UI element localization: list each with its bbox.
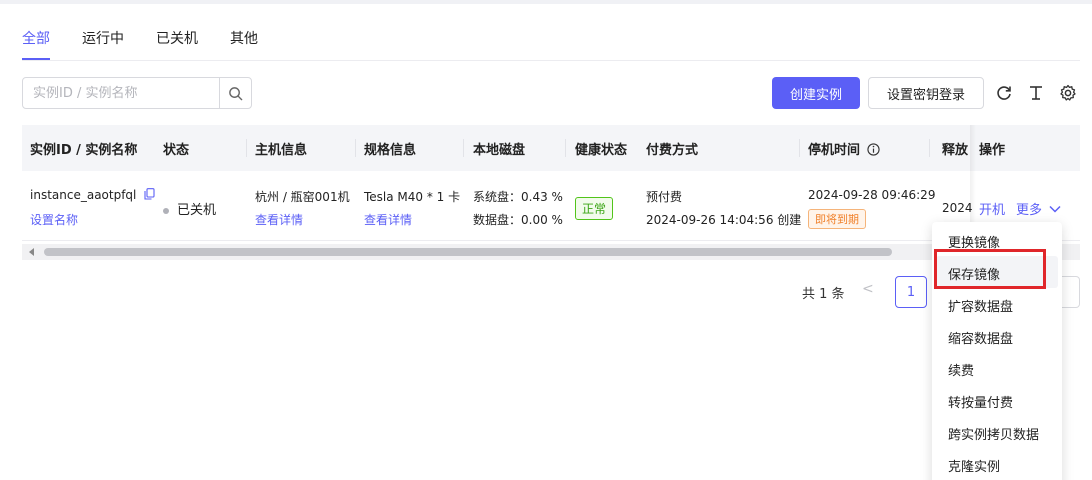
annotation-highlight-box <box>934 249 1046 289</box>
col-health: 健康状态 <box>575 143 628 158</box>
gear-icon <box>1060 84 1076 101</box>
page-button[interactable]: 1 <box>895 276 927 308</box>
instance-id: instance_aaotpfql <box>30 188 137 202</box>
more-label: 更多 <box>1016 203 1043 218</box>
expiring-badge: 即将到期 <box>808 209 866 229</box>
search-input[interactable] <box>23 78 219 108</box>
status-tabs: 全部 运行中 已关机 其他 <box>22 28 290 60</box>
create-instance-button[interactable]: 创建实例 <box>772 77 860 109</box>
column-divider <box>799 139 800 157</box>
copy-icon[interactable] <box>144 188 155 200</box>
search-button[interactable] <box>219 78 251 108</box>
info-icon[interactable] <box>866 143 880 156</box>
health-badge: 正常 <box>575 197 614 220</box>
menu-item-clone-instance[interactable]: 克隆实例 <box>948 456 1000 475</box>
column-divider <box>463 139 464 157</box>
top-border <box>0 0 1092 4</box>
col-disk: 本地磁盘 <box>473 143 526 158</box>
text-height-icon <box>1030 86 1042 100</box>
menu-item-shrink-disk[interactable]: 缩容数据盘 <box>948 328 1013 347</box>
col-release: 释放 <box>942 143 969 158</box>
col-stop-time: 停机时间 <box>808 139 880 158</box>
menu-item-expand-disk[interactable]: 扩容数据盘 <box>948 296 1013 315</box>
disk-system: 系统盘：0.43 % <box>473 190 563 204</box>
billing-created: 2024-09-26 14:04:56 创建 <box>646 213 802 227</box>
search-box <box>22 77 252 109</box>
column-divider <box>355 139 356 157</box>
table-row: instance_aaotpfql 设置名称 已关机 杭州 / 瓶窑001机 查… <box>22 171 1080 241</box>
rename-link[interactable]: 设置名称 <box>30 211 78 228</box>
release-time: 2024 <box>942 201 973 215</box>
ssh-key-login-button[interactable]: 设置密钥登录 <box>868 77 984 109</box>
col-spec: 规格信息 <box>364 143 417 158</box>
col-host: 主机信息 <box>255 143 308 158</box>
refresh-icon <box>997 86 1011 100</box>
start-link[interactable]: 开机 <box>979 199 1005 218</box>
col-instance-id: 实例ID / 实例名称 <box>30 143 138 158</box>
more-dropdown-trigger[interactable]: 更多 <box>1016 199 1061 218</box>
disk-data: 数据盘：0.00 % <box>473 213 563 227</box>
spec-name: Tesla M40 * 1 卡 <box>364 190 461 204</box>
billing-type: 预付费 <box>646 190 683 204</box>
scroll-left-arrow[interactable] <box>29 248 34 256</box>
prev-page-button[interactable]: < <box>862 281 874 297</box>
tab-running[interactable]: 运行中 <box>82 28 124 60</box>
tab-stopped[interactable]: 已关机 <box>156 28 198 60</box>
spec-detail-link[interactable]: 查看详情 <box>364 211 412 228</box>
column-divider <box>246 139 247 157</box>
column-divider <box>929 139 930 157</box>
status-cell: 已关机 <box>163 199 216 218</box>
search-icon <box>229 86 243 100</box>
chevron-down-icon <box>1049 205 1061 213</box>
tab-all[interactable]: 全部 <box>22 28 50 60</box>
table-header: 实例ID / 实例名称 状态 主机信息 规格信息 本地磁盘 健康状态 付费方式 … <box>22 125 1080 171</box>
column-divider <box>565 139 566 157</box>
host-detail-link[interactable]: 查看详情 <box>255 211 303 228</box>
instance-id-cell: instance_aaotpfql <box>30 188 155 202</box>
col-billing: 付费方式 <box>646 143 699 158</box>
pagination-total: 共 1 条 <box>802 287 845 302</box>
menu-item-switch-billing[interactable]: 转按量付费 <box>948 392 1013 411</box>
column-settings-button[interactable] <box>1026 83 1046 103</box>
col-stop-time-label: 停机时间 <box>808 143 861 158</box>
menu-item-copy-data[interactable]: 跨实例拷贝数据 <box>948 424 1039 443</box>
horizontal-scrollbar[interactable] <box>22 244 1080 260</box>
refresh-button[interactable] <box>994 83 1014 103</box>
tabs-divider <box>22 60 1080 61</box>
menu-item-renew[interactable]: 续费 <box>948 360 974 379</box>
settings-button[interactable] <box>1058 83 1078 103</box>
stop-time: 2024-09-28 09:46:29 <box>808 188 936 202</box>
tab-other[interactable]: 其他 <box>230 28 258 60</box>
status-dot <box>163 207 169 214</box>
col-status: 状态 <box>163 143 190 158</box>
scrollbar-thumb[interactable] <box>44 248 892 256</box>
host-name: 杭州 / 瓶窑001机 <box>255 190 350 204</box>
status-text: 已关机 <box>177 203 217 218</box>
col-actions: 操作 <box>979 143 1006 158</box>
